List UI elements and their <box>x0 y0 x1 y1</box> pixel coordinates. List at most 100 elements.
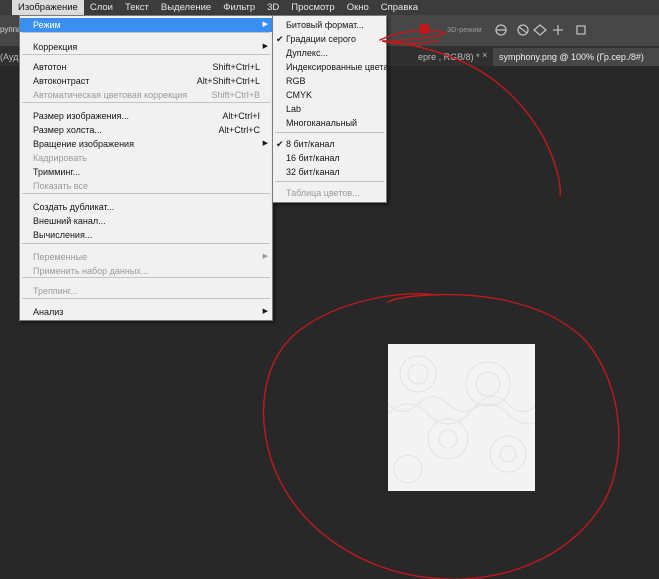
menu-item-label: Автоматическая цветовая коррекция <box>33 90 188 100</box>
menu-item-label: Многоканальный <box>286 118 358 128</box>
menubar-item-image[interactable]: Изображение <box>12 0 84 15</box>
submenu-arrow-icon: ▶ <box>262 140 268 147</box>
menu-item-label: 16 бит/канал <box>286 153 340 163</box>
menubar-item-window[interactable]: Окно <box>341 0 375 15</box>
menu-item-trim[interactable]: Тримминг... <box>20 165 272 179</box>
image-menu: Режим ▶ Коррекция ▶ Автотон Shift+Ctrl+L Авток… <box>19 15 273 321</box>
menu-separator <box>275 181 384 182</box>
menu-item-analysis[interactable]: Анализ ▶ <box>20 305 272 319</box>
mode-item-multichannel[interactable]: Многоканальный <box>273 116 386 130</box>
submenu-arrow-icon: ▶ <box>262 308 268 315</box>
3d-mode-label: 3D-режим <box>447 25 482 34</box>
mode-item-8-bit[interactable]: ✔ 8 бит/канал <box>273 137 386 151</box>
menu-item-auto-color[interactable]: Автоматическая цветовая коррекция Shift+C… <box>20 88 272 102</box>
menu-separator <box>275 132 384 133</box>
menu-item-duplicate[interactable]: Создать дубликат... <box>20 200 272 214</box>
menu-item-label: Переменные <box>33 252 88 262</box>
menu-item-image-size[interactable]: Размер изображения... Alt+Ctrl+I <box>20 109 272 123</box>
menu-item-trap[interactable]: Треппинг... <box>20 284 272 298</box>
menu-item-label: Размер изображения... <box>33 111 130 121</box>
menu-item-apply-data-set[interactable]: Применить набор данных... <box>20 264 272 278</box>
menu-separator <box>22 102 270 103</box>
menubar-item-select[interactable]: Выделение <box>155 0 217 15</box>
mode-item-32-bit[interactable]: 32 бит/канал <box>273 165 386 179</box>
document-canvas-image[interactable] <box>388 344 535 491</box>
mode-item-indexed-color[interactable]: Индексированные цвета <box>273 60 389 74</box>
mode-item-grayscale[interactable]: ✔ Градации серого <box>273 32 386 46</box>
menu-item-label: Индексированные цвета <box>286 62 389 72</box>
mode-item-rgb[interactable]: RGB <box>273 74 386 88</box>
tab-document-active[interactable]: symphony.png @ 100% (Гр.сер./8#) <box>493 48 659 66</box>
menu-separator <box>22 54 270 55</box>
menubar-item-text[interactable]: Текст <box>119 0 155 15</box>
menubar-item-view[interactable]: Просмотр <box>285 0 340 15</box>
menu-bar: Изображение Слои Текст Выделение Фильтр … <box>0 0 659 15</box>
menu-item-shortcut: Alt+Ctrl+C <box>218 125 260 135</box>
tab-label: (Ауд <box>0 52 19 62</box>
menu-item-crop[interactable]: Кадрировать <box>20 151 272 165</box>
menu-separator <box>22 298 270 299</box>
menu-item-label: 32 бит/канал <box>286 167 340 177</box>
menubar-item-3d[interactable]: 3D <box>261 0 285 15</box>
menu-item-label: Таблица цветов... <box>286 188 360 198</box>
menu-item-label: Автоконтраст <box>33 76 90 86</box>
menu-item-apply-image[interactable]: Внешний канал... <box>20 214 272 228</box>
menu-item-shortcut: Shift+Ctrl+L <box>212 62 260 72</box>
menu-item-reveal-all[interactable]: Показать все <box>20 179 272 193</box>
menu-item-label: Треппинг... <box>33 286 78 296</box>
paisley-pattern-image <box>388 355 535 484</box>
menu-item-shortcut: Shift+Ctrl+B <box>211 90 260 100</box>
mode-item-color-table[interactable]: Таблица цветов... <box>273 186 386 200</box>
menu-item-shortcut: Alt+Ctrl+I <box>222 111 260 121</box>
menu-item-variables[interactable]: Переменные ▶ <box>20 250 272 264</box>
menubar-item-layers[interactable]: Слои <box>84 0 119 15</box>
menu-item-label: Автотон <box>33 62 67 72</box>
mode-item-16-bit[interactable]: 16 бит/канал <box>273 151 386 165</box>
menu-item-image-rotation[interactable]: Вращение изображения ▶ <box>20 137 272 151</box>
tab-document-1[interactable]: (Ауд <box>0 48 20 66</box>
tab-label: symphony.png @ 100% (Гр.сер./8#) <box>499 52 644 62</box>
menubar-item-help[interactable]: Справка <box>375 0 424 15</box>
checkmark-icon: ✔ <box>276 139 284 149</box>
menu-item-label: Тримминг... <box>33 167 81 177</box>
menu-item-label: Градации серого <box>286 34 356 44</box>
menu-item-correction[interactable]: Коррекция ▶ <box>20 40 272 54</box>
menu-item-label: Вычисления... <box>33 230 93 240</box>
menu-item-label: Создать дубликат... <box>33 202 115 212</box>
menu-separator <box>22 32 270 33</box>
menu-item-label: RGB <box>286 76 306 86</box>
menubar-item-edge[interactable] <box>0 0 12 15</box>
menu-item-auto-contrast[interactable]: Автоконтраст Alt+Shift+Ctrl+L <box>20 74 272 88</box>
tab-close-icon[interactable]: × <box>482 50 487 60</box>
menu-item-canvas-size[interactable]: Размер холста... Alt+Ctrl+C <box>20 123 272 137</box>
tab-label: ерге , RGB/8) * <box>418 52 480 62</box>
mode-submenu: Битовый формат... ✔ Градации серого Дуплекс… <box>272 15 389 203</box>
menu-item-label: Режим <box>33 20 61 30</box>
menubar-item-filter[interactable]: Фильтр <box>217 0 261 15</box>
menu-item-label: Дуплекс... <box>286 48 328 58</box>
menu-item-label: Размер холста... <box>33 125 102 135</box>
menu-item-auto-tone[interactable]: Автотон Shift+Ctrl+L <box>20 60 272 74</box>
menu-item-calculations[interactable]: Вычисления... <box>20 228 272 242</box>
menu-item-label: Кадрировать <box>33 153 87 163</box>
mode-item-cmyk[interactable]: CMYK <box>273 88 386 102</box>
submenu-arrow-icon: ▶ <box>262 43 268 50</box>
menu-item-label: Коррекция <box>33 42 78 52</box>
3d-mode-icons[interactable] <box>492 21 642 39</box>
menu-item-label: Вращение изображения <box>33 139 134 149</box>
mode-item-bitmap[interactable]: Битовый формат... <box>273 18 386 32</box>
menu-item-shortcut: Alt+Shift+Ctrl+L <box>196 76 260 86</box>
menu-item-mode[interactable]: Режим ▶ <box>20 18 272 32</box>
menu-item-label: CMYK <box>286 90 313 100</box>
mode-item-duotone[interactable]: Дуплекс... <box>273 46 386 60</box>
menu-item-label: Применить набор данных... <box>33 266 149 276</box>
menu-item-label: Lab <box>286 104 302 114</box>
checkmark-icon: ✔ <box>276 34 284 44</box>
menu-item-label: 8 бит/канал <box>286 139 335 149</box>
menu-item-label: Показать все <box>33 181 88 191</box>
submenu-arrow-icon: ▶ <box>262 21 268 28</box>
menu-separator <box>22 243 270 244</box>
reset-3d-icon[interactable] <box>420 24 429 34</box>
tab-document-2[interactable]: ерге , RGB/8) * <box>418 48 484 66</box>
mode-item-lab[interactable]: Lab <box>273 102 386 116</box>
